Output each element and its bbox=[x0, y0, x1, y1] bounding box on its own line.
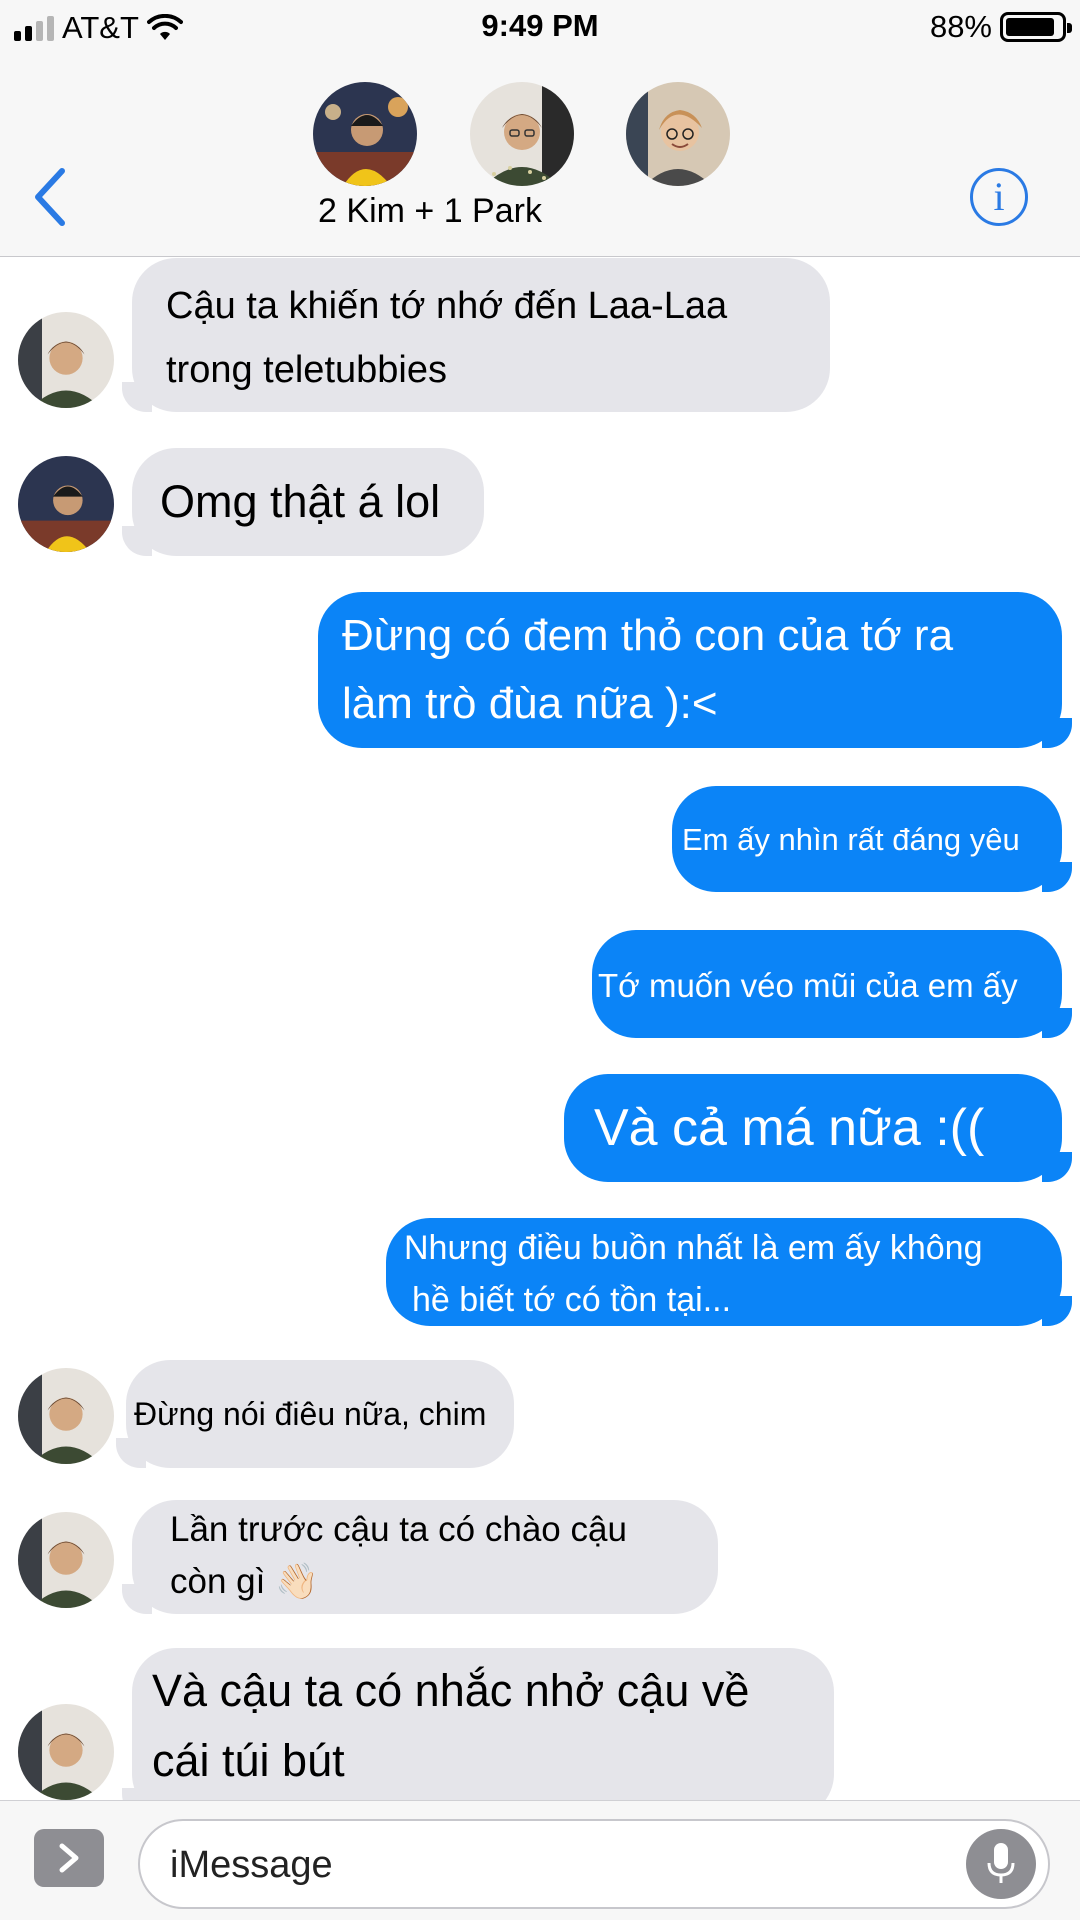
message-bubble-incoming[interactable]: Đừng nói điêu nữa, chim bbox=[116, 1360, 514, 1468]
group-avatar-1[interactable] bbox=[313, 82, 417, 186]
battery-percent: 88% bbox=[929, 9, 992, 44]
message-line: Cậu ta khiến tớ nhớ đến Laa-Laa bbox=[166, 285, 728, 327]
person-photo-icon bbox=[18, 312, 114, 408]
person-photo-icon bbox=[18, 1512, 114, 1608]
sender-avatar[interactable] bbox=[18, 312, 114, 408]
status-bar: AT&T 9:49 PM 88% bbox=[0, 0, 1080, 52]
battery-icon bbox=[1000, 12, 1072, 42]
message-text: Cậu ta khiến tớ nhớ đến Laa-Laa trong te… bbox=[166, 274, 727, 402]
message-text: Và cậu ta có nhắc nhở cậu về cái túi bút bbox=[152, 1656, 749, 1796]
clock: 9:49 PM bbox=[481, 8, 599, 43]
group-name[interactable]: 2 Kim + 1 Park bbox=[0, 192, 860, 231]
message-text: Đừng nói điêu nữa, chim bbox=[134, 1396, 487, 1432]
message-bubble-outgoing[interactable]: Và cả má nữa :(( bbox=[564, 1074, 1072, 1182]
person-photo-icon bbox=[18, 1368, 114, 1464]
message-text: Tớ muốn véo mũi của em ấy bbox=[598, 967, 1018, 1004]
message-bubble-incoming[interactable]: Và cậu ta có nhắc nhở cậu về cái túi bút bbox=[122, 1648, 834, 1800]
group-avatar-3[interactable] bbox=[626, 82, 730, 186]
status-right: 88% bbox=[929, 9, 1072, 45]
battery-level bbox=[1006, 18, 1054, 36]
microphone-icon bbox=[987, 1843, 1015, 1883]
microphone-button[interactable] bbox=[966, 1829, 1036, 1899]
message-text: Và cả má nữa :(( bbox=[594, 1099, 985, 1157]
group-avatar-2[interactable] bbox=[470, 82, 574, 186]
message-text: Đừng có đem thỏ con của tớ ra làm trò đù… bbox=[342, 602, 953, 738]
message-line: làm trò đùa nữa ):< bbox=[342, 679, 718, 728]
info-icon[interactable]: i bbox=[970, 168, 1028, 226]
message-line: Và cậu ta có nhắc nhở cậu về bbox=[152, 1665, 750, 1716]
message-input[interactable] bbox=[170, 1839, 930, 1891]
message-bubble-outgoing[interactable]: Nhưng điều buồn nhất là em ấy không hề b… bbox=[386, 1218, 1072, 1326]
message-bubble-incoming[interactable]: Omg thật á lol bbox=[122, 448, 484, 556]
sender-avatar[interactable] bbox=[18, 1368, 114, 1464]
conversation-header: 2 Kim + 1 Park i bbox=[0, 52, 1080, 257]
message-thread[interactable]: Cậu ta khiến tớ nhớ đến Laa-Laa trong te… bbox=[0, 258, 1080, 1800]
message-bubble-outgoing[interactable]: Đừng có đem thỏ con của tớ ra làm trò đù… bbox=[318, 592, 1072, 748]
chevron-right-icon bbox=[59, 1843, 79, 1873]
sender-avatar[interactable] bbox=[18, 1704, 114, 1800]
message-bubble-outgoing[interactable]: Tớ muốn véo mũi của em ấy bbox=[592, 930, 1072, 1038]
message-bubble-outgoing[interactable]: Em ấy nhìn rất đáng yêu bbox=[672, 786, 1072, 892]
message-bubble-incoming[interactable]: Lần trước cậu ta có chào cậu còn gì 👋🏻 bbox=[122, 1500, 718, 1614]
message-line: còn gì 👋🏻 bbox=[170, 1562, 319, 1601]
person-photo-icon bbox=[626, 82, 730, 186]
message-text: Nhưng điều buồn nhất là em ấy không hề b… bbox=[404, 1222, 983, 1326]
message-bubble-incoming[interactable]: Cậu ta khiến tớ nhớ đến Laa-Laa trong te… bbox=[122, 258, 830, 412]
apps-button[interactable] bbox=[34, 1829, 104, 1887]
message-text: Lần trước cậu ta có chào cậu còn gì 👋🏻 bbox=[170, 1504, 627, 1608]
message-line: cái túi bút bbox=[152, 1735, 345, 1786]
message-line: hề biết tớ có tồn tại... bbox=[412, 1281, 732, 1319]
message-line: Nhưng điều buồn nhất là em ấy không bbox=[404, 1229, 983, 1267]
person-photo-icon bbox=[18, 1704, 114, 1800]
message-text: Omg thật á lol bbox=[160, 476, 441, 527]
person-photo-icon bbox=[313, 82, 417, 186]
message-text: Em ấy nhìn rất đáng yêu bbox=[682, 822, 1020, 857]
person-photo-icon bbox=[18, 456, 114, 552]
message-line: trong teletubbies bbox=[166, 349, 447, 391]
sender-avatar[interactable] bbox=[18, 1512, 114, 1608]
message-line: Đừng có đem thỏ con của tớ ra bbox=[342, 611, 954, 660]
sender-avatar[interactable] bbox=[18, 456, 114, 552]
message-field[interactable] bbox=[138, 1819, 1050, 1909]
message-line: Lần trước cậu ta có chào cậu bbox=[170, 1510, 627, 1549]
person-photo-icon bbox=[470, 82, 574, 186]
compose-bar bbox=[0, 1800, 1080, 1920]
